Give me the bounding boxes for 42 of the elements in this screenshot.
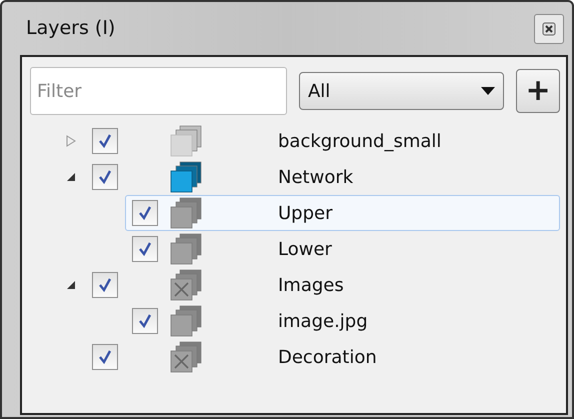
- layer-stack-icon: [170, 161, 202, 193]
- layer-row[interactable]: background_small: [50, 123, 566, 159]
- checkmark-icon: [97, 169, 113, 185]
- layer-row[interactable]: image.jpg: [125, 303, 566, 339]
- layer-row[interactable]: Upper: [125, 195, 560, 231]
- layer-stack-icon: [170, 125, 202, 157]
- type-dropdown[interactable]: All: [298, 72, 504, 110]
- layer-name: Images: [278, 274, 344, 298]
- checkmark-icon: [97, 133, 113, 149]
- window-title: Layers (I): [26, 16, 116, 42]
- layer-stack-icon: [170, 305, 202, 337]
- checkmark-icon: [137, 313, 153, 329]
- visibility-checkbox[interactable]: [132, 200, 158, 226]
- close-button[interactable]: [534, 14, 564, 44]
- layer-row[interactable]: Network: [50, 159, 566, 195]
- checkmark-icon: [97, 277, 113, 293]
- checkmark-icon: [97, 349, 113, 365]
- layer-name: Network: [278, 166, 354, 190]
- visibility-checkbox[interactable]: [92, 272, 118, 298]
- visibility-checkbox[interactable]: [132, 236, 158, 262]
- layer-name: Decoration: [278, 346, 377, 370]
- visibility-checkbox[interactable]: [92, 344, 118, 370]
- close-icon: [542, 22, 556, 36]
- add-layer-button[interactable]: +: [516, 69, 560, 113]
- filter-field[interactable]: Filter: [30, 67, 287, 115]
- layer-name: Lower: [278, 238, 332, 262]
- layer-stack-icon: [170, 233, 202, 265]
- visibility-checkbox[interactable]: [92, 164, 118, 190]
- layer-row[interactable]: Images: [50, 267, 566, 303]
- checkmark-icon: [137, 241, 153, 257]
- layer-row[interactable]: Decoration: [50, 339, 566, 375]
- dropdown-caret-icon: [481, 87, 496, 95]
- crossed-layer-stack-icon: [170, 269, 202, 301]
- visibility-checkbox[interactable]: [132, 308, 158, 334]
- layer-stack-icon: [170, 197, 202, 229]
- layer-name: Upper: [278, 202, 333, 226]
- layer-name: background_small: [278, 130, 442, 154]
- layer-name: image.jpg: [278, 310, 368, 334]
- visibility-checkbox[interactable]: [92, 128, 118, 154]
- crossed-layer-stack-icon: [170, 341, 202, 373]
- checkmark-icon: [137, 205, 153, 221]
- layer-row[interactable]: Lower: [125, 231, 566, 267]
